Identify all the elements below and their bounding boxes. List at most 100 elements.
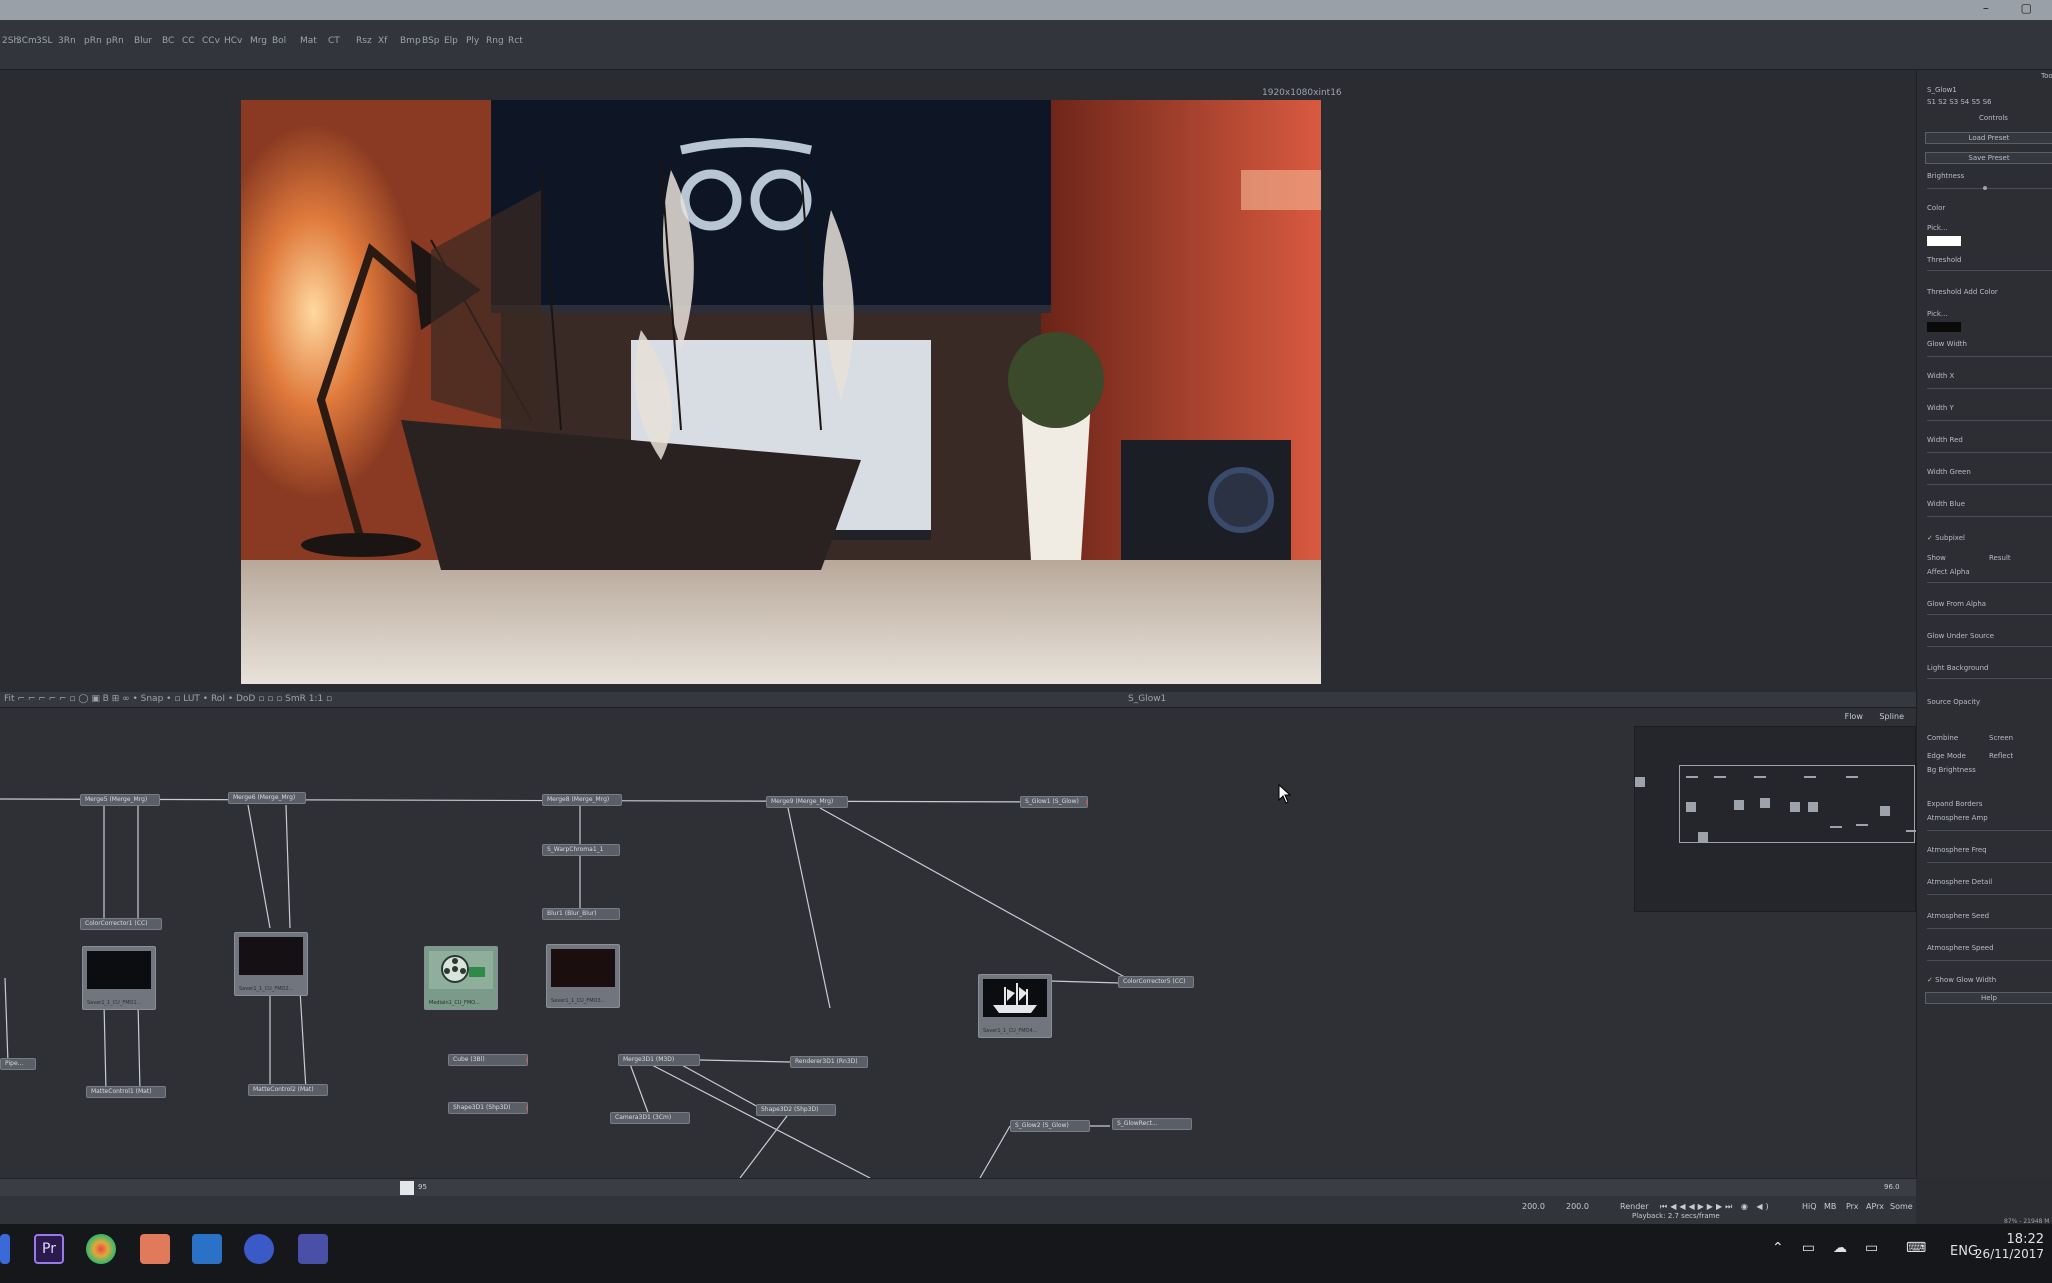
render-end[interactable]: 200.0	[1566, 1202, 1589, 1211]
node-merge8[interactable]: Merge8 (Merge_Mrg)	[542, 794, 622, 806]
tool-3sl[interactable]: 3SL	[36, 36, 52, 46]
help-button[interactable]: Help	[1925, 992, 2052, 1004]
premiere-pro-icon[interactable]: Pr	[34, 1234, 64, 1264]
toggle-aprx[interactable]: APrx	[1866, 1202, 1884, 1211]
tool-3rn[interactable]: 3Rn	[58, 36, 76, 46]
navigator-viewport[interactable]	[1679, 765, 1918, 843]
loader-thumb-2[interactable]: Saver1_1_CU_FMO2...	[234, 932, 308, 996]
node-merge6[interactable]: Merge6 (Merge_Mrg)	[228, 792, 306, 804]
glow-under-source-slider[interactable]	[1927, 646, 2052, 647]
color-pick-button[interactable]: Pick...	[1927, 224, 1948, 232]
glow-from-alpha-slider[interactable]	[1927, 614, 2052, 615]
tool-3cm[interactable]: 3Cm	[16, 36, 37, 46]
transport-controls-icon[interactable]: ⏮◀◀◀▶▶▶⏭ ◉ ◀)	[1660, 1202, 1772, 1212]
save-preset-button[interactable]: Save Preset	[1925, 152, 2052, 164]
file-explorer-icon[interactable]	[192, 1234, 222, 1264]
node-shape3d1[interactable]: Shape3D1 (Shp3D)	[448, 1102, 528, 1114]
media-in-thumb[interactable]: MediaIn1_CU_FMO...	[424, 946, 498, 1010]
atmosphere-freq-slider[interactable]	[1927, 862, 2052, 863]
flow-panel[interactable]: Merge5 (Merge_Mrg) Merge6 (Merge_Mrg) Me…	[0, 708, 1918, 1178]
node-left-pipe[interactable]: Pipe...	[0, 1058, 36, 1070]
expand-borders-label[interactable]: Expand Borders	[1927, 800, 1983, 808]
tool-mat[interactable]: Mat	[300, 36, 317, 46]
combine-value[interactable]: Screen	[1989, 734, 2013, 742]
width-red-slider[interactable]	[1927, 452, 2052, 453]
node-blur1[interactable]: Blur1 (Blur_Blur)	[542, 908, 620, 920]
threshold-pick-button[interactable]: Pick...	[1927, 310, 1948, 318]
tool-rct[interactable]: Rct	[508, 36, 523, 46]
tool-cc[interactable]: CC	[182, 36, 195, 46]
toggle-some[interactable]: Some	[1890, 1202, 1913, 1211]
toggle-prx[interactable]: Prx	[1846, 1202, 1859, 1211]
flow-navigator[interactable]	[1634, 726, 1918, 912]
glow-width-slider[interactable]	[1927, 356, 2052, 357]
tab-flow[interactable]: Flow	[1845, 712, 1863, 721]
viewer-tools[interactable]: Fit ⌐ ⌐ ⌐ ⌐ ⌐ ▫ ◯ ▣ B ⊞ ∞ • Snap • ▫ LUT…	[4, 694, 332, 704]
inspector-tabs[interactable]: S1 S2 S3 S4 S5 S6	[1927, 98, 1992, 106]
tool-rng[interactable]: Rng	[486, 36, 504, 46]
window-controls[interactable]: – ▢	[1983, 1, 2046, 15]
tool-ccv[interactable]: CCv	[202, 36, 220, 46]
node-color-corrector5[interactable]: ColorCorrector5 (CC)	[1118, 976, 1194, 988]
tab-spline[interactable]: Spline	[1879, 712, 1904, 721]
tool-ply[interactable]: Ply	[466, 36, 479, 46]
viewer-panel[interactable]: 1920x1080xint16	[0, 70, 1916, 692]
tool-mrg[interactable]: Mrg	[250, 36, 267, 46]
node-camera3d[interactable]: Camera3D1 (3Cm)	[610, 1112, 690, 1124]
node-renderer3d[interactable]: Renderer3D1 (Rn3D)	[790, 1056, 868, 1068]
affect-alpha-slider[interactable]	[1927, 582, 2052, 583]
node-merge3d[interactable]: Merge3D1 (M3D)	[618, 1054, 700, 1066]
brightness-slider[interactable]	[1927, 188, 2052, 189]
load-preset-button[interactable]: Load Preset	[1925, 132, 2052, 144]
threshold-slider[interactable]	[1927, 270, 2052, 271]
loader-thumb-3[interactable]: Saver1_1_CU_FMO3...	[546, 944, 620, 1008]
davinci-resolve-icon[interactable]	[86, 1234, 116, 1264]
width-y-slider[interactable]	[1927, 420, 2052, 421]
tool-bc[interactable]: BC	[162, 36, 174, 46]
tool-bmp[interactable]: Bmp	[400, 36, 421, 46]
node-warp-chroma[interactable]: S_WarpChroma1_1	[542, 844, 620, 856]
photos-app-icon[interactable]	[140, 1234, 170, 1264]
color-swatch[interactable]	[1927, 236, 1961, 246]
node-s-glow-rect[interactable]: S_GlowRect...	[1112, 1118, 1192, 1130]
viewer-image[interactable]	[241, 100, 1321, 684]
media-app-icon[interactable]	[298, 1234, 328, 1264]
width-x-slider[interactable]	[1927, 388, 2052, 389]
subpixel-checkbox[interactable]: ✓ Subpixel	[1927, 534, 1965, 542]
inspector-tools-tab[interactable]: Too	[2041, 72, 2052, 80]
node-color-corrector1[interactable]: ColorCorrector1 (CC)	[80, 918, 162, 930]
width-green-slider[interactable]	[1927, 484, 2052, 485]
atmosphere-detail-slider[interactable]	[1927, 894, 2052, 895]
node-matte-control2[interactable]: MatteControl2 (Mat)	[248, 1084, 328, 1096]
language-indicator[interactable]: ENG	[1950, 1244, 1978, 1259]
tool-bol[interactable]: Bol	[272, 36, 286, 46]
render-button[interactable]: Render	[1620, 1202, 1648, 1211]
tool-hcv[interactable]: HCv	[224, 36, 242, 46]
node-merge5[interactable]: Merge5 (Merge_Mrg)	[80, 794, 160, 806]
render-start[interactable]: 200.0	[1522, 1202, 1545, 1211]
atmosphere-amp-slider[interactable]	[1927, 830, 2052, 831]
node-merge9[interactable]: Merge9 (Merge_Mrg)	[766, 796, 848, 808]
loader-thumb-ship[interactable]: Saver1_1_CU_FMO4...	[978, 974, 1052, 1038]
node-s-glow1[interactable]: S_Glow1 (S_Glow)	[1020, 796, 1088, 808]
edge-mode-value[interactable]: Reflect	[1989, 752, 2013, 760]
system-tray-icons[interactable]: ⌃▭☁▭	[1772, 1240, 1896, 1256]
tool-xf[interactable]: Xf	[378, 36, 387, 46]
atmosphere-speed-slider[interactable]	[1927, 960, 2052, 961]
light-background-slider[interactable]	[1927, 678, 2052, 679]
toggle-hiq[interactable]: HiQ	[1802, 1202, 1817, 1211]
tool-prn-2[interactable]: pRn	[106, 36, 124, 46]
taskbar-app-edge-icon[interactable]	[0, 1234, 10, 1264]
tool-elp[interactable]: Elp	[444, 36, 458, 46]
brightness-slider-knob[interactable]	[1983, 186, 1987, 190]
playhead-handle[interactable]	[400, 1181, 414, 1195]
threshold-color-swatch[interactable]	[1927, 322, 1961, 332]
toggle-mb[interactable]: MB	[1824, 1202, 1836, 1211]
loader-thumb-1[interactable]: Saver1_1_CU_FMO1...	[82, 946, 156, 1010]
show-value[interactable]: Result	[1989, 554, 2011, 562]
show-glow-width-checkbox[interactable]: ✓ Show Glow Width	[1927, 976, 1996, 984]
node-cube[interactable]: Cube (3Bl)	[448, 1054, 528, 1066]
node-shape3d2[interactable]: Shape3D2 (Shp3D)	[756, 1104, 836, 1116]
timeline-ruler[interactable]: 95 96.0	[0, 1178, 1916, 1196]
fusion-app-icon[interactable]	[244, 1234, 274, 1264]
